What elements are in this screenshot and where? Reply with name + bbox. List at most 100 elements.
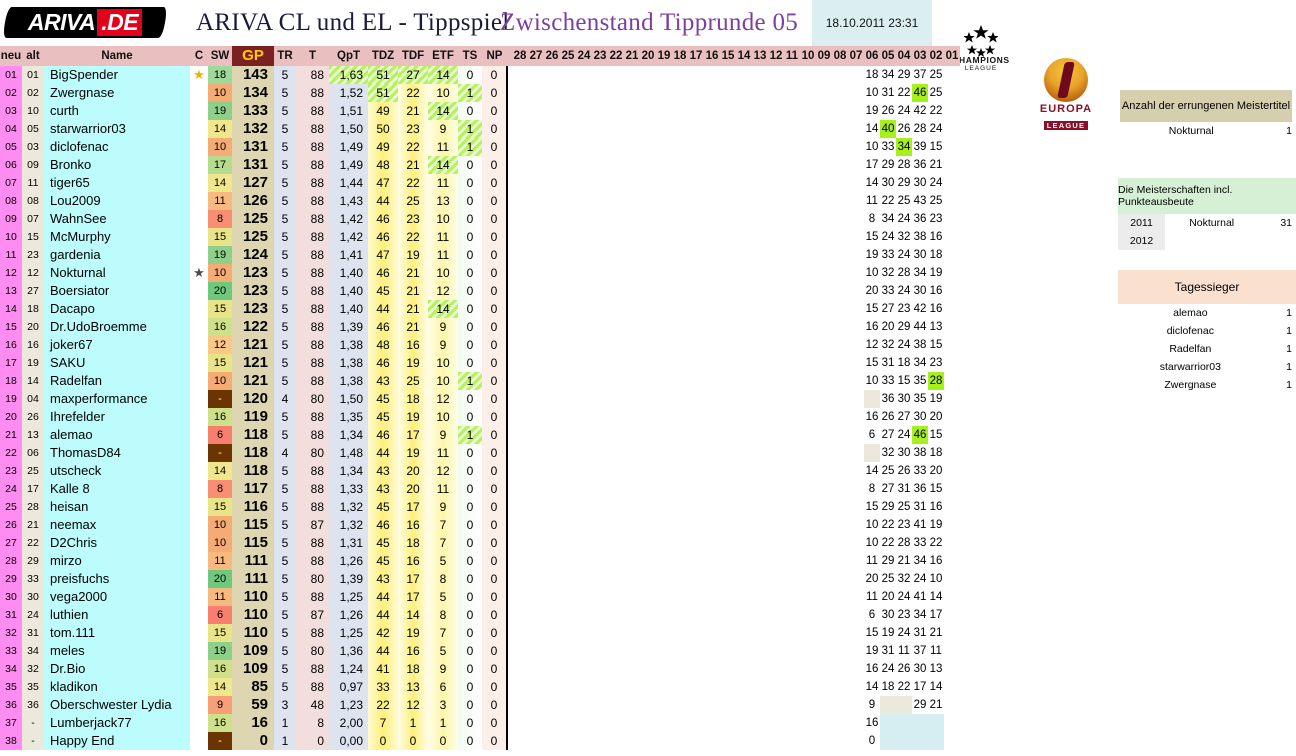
table-row[interactable]: 14 18 Dacapo 15 123 5 88 1,40 44 21 14 0 0 15 27 23 42 16 xyxy=(0,300,960,318)
cell-day-19 xyxy=(656,642,672,660)
table-row[interactable]: 11 23 gardenia 19 124 5 88 1,41 47 19 11 0 0 19 33 24 30… xyxy=(0,246,960,264)
col-header-day-22[interactable]: 22 xyxy=(608,46,624,66)
col-header-qpt[interactable]: QpT xyxy=(329,46,368,66)
col-header-day-09[interactable]: 09 xyxy=(816,46,832,66)
col-header-day-04[interactable]: 04 xyxy=(896,46,912,66)
col-header-tr[interactable]: TR xyxy=(274,46,296,66)
cell-rank-old: 20 xyxy=(22,318,44,336)
table-row[interactable]: 29 33 preisfuchs 20 111 5 80 1,39 43 17 8 0 0 20 25 32 2… xyxy=(0,570,960,588)
col-header-sw[interactable]: SW xyxy=(208,46,232,66)
table-row[interactable]: 38- Happy End -0 1 0 0,00 0 0 0 0 0 0 xyxy=(0,732,960,750)
col-header-day-21[interactable]: 21 xyxy=(624,46,640,66)
table-row[interactable]: 12 12 Nokturnal ★ 10 123 5 88 1,40 46 21 10 0 0 10 32 28… xyxy=(0,264,960,282)
cell-rank-new: 07 xyxy=(0,174,22,192)
col-header-t[interactable]: T xyxy=(296,46,329,66)
col-header-day-03[interactable]: 03 xyxy=(912,46,928,66)
col-header-day-27[interactable]: 27 xyxy=(528,46,544,66)
col-header-day-28[interactable]: 28 xyxy=(512,46,528,66)
table-row[interactable]: 23 25 utscheck 14 118 5 88 1,34 43 20 12 0 0 14 25 26 33… xyxy=(0,462,960,480)
cell-day-03: 41 xyxy=(912,588,928,606)
table-row[interactable]: 30 30 vega2000 11 110 5 88 1,25 44 17 5 0 0 11 20 24 41 1… xyxy=(0,588,960,606)
table-row[interactable]: 09 07 WahnSee 8 125 5 88 1,42 46 23 10 0 0 8 34 24 36 23 xyxy=(0,210,960,228)
cell-day-12 xyxy=(768,192,784,210)
table-row[interactable]: 21 13 alemao 6 118 5 88 1,34 46 17 9 1 0 6 27 24 46 15 xyxy=(0,426,960,444)
table-row[interactable]: 24 17 Kalle 8 8 117 5 88 1,33 43 20 11 0 0 8 27 31 36 15 xyxy=(0,480,960,498)
col-header-day-12[interactable]: 12 xyxy=(768,46,784,66)
col-header-etf[interactable]: ETF xyxy=(428,46,458,66)
table-row[interactable]: 25 28 heisan 15 116 5 88 1,32 45 17 9 0 0 15 29 25 31 16 xyxy=(0,498,960,516)
table-row[interactable]: 08 08 Lou2009 11 126 5 88 1,43 44 25 13 0 0 11 22 25 43 2… xyxy=(0,192,960,210)
col-header-ts[interactable]: TS xyxy=(458,46,482,66)
table-row[interactable]: 07 11 tiger65 14 127 5 88 1,44 47 22 11 0 0 14 30 29 30 2… xyxy=(0,174,960,192)
table-row[interactable]: 22 06 ThomasD84-118 4 80 1,48 44 19 11 0 0 32 30 38 18 xyxy=(0,444,960,462)
col-header-np[interactable]: NP xyxy=(482,46,507,66)
table-row[interactable]: 35 35 kladikon 14 85 5 88 0,97 33 13 6 0 0 14 18 22 17 14 xyxy=(0,678,960,696)
table-row[interactable]: 10 15 McMurphy 15 125 5 88 1,42 46 22 11 0 0 15 24 32 38… xyxy=(0,228,960,246)
cell-day-11 xyxy=(784,354,800,372)
col-header-day-02[interactable]: 02 xyxy=(928,46,944,66)
col-header-tdz[interactable]: TDZ xyxy=(368,46,398,66)
col-header-day-06[interactable]: 06 xyxy=(864,46,880,66)
col-header-day-11[interactable]: 11 xyxy=(784,46,800,66)
cell-day-14 xyxy=(736,552,752,570)
col-header-neu[interactable]: neu xyxy=(0,46,22,66)
cell-day-20 xyxy=(640,102,656,120)
col-header-c[interactable]: C xyxy=(190,46,208,66)
col-header-day-26[interactable]: 26 xyxy=(544,46,560,66)
table-row[interactable]: 31 24 luthien 6 110 5 87 1,26 44 14 8 0 0 6 30 23 34 17 xyxy=(0,606,960,624)
table-row[interactable]: 17 19 SAKU 15 121 5 88 1,38 46 19 10 0 0 15 31 18 34 23 xyxy=(0,354,960,372)
cell-day-14 xyxy=(736,516,752,534)
col-header-tdf[interactable]: TDF xyxy=(398,46,428,66)
col-header-alt[interactable]: alt xyxy=(22,46,44,66)
table-row[interactable]: 16 16 joker67 12 121 5 88 1,38 48 16 9 0 0 12 32 24 38 15 xyxy=(0,336,960,354)
col-header-day-20[interactable]: 20 xyxy=(640,46,656,66)
col-header-day-16[interactable]: 16 xyxy=(704,46,720,66)
col-header-day-15[interactable]: 15 xyxy=(720,46,736,66)
col-header-day-14[interactable]: 14 xyxy=(736,46,752,66)
cell-day-02: 18 xyxy=(928,246,944,264)
table-row[interactable]: 06 09 Bronko 17 131 5 88 1,49 48 21 14 0 0 17 29 28 36 21 xyxy=(0,156,960,174)
col-header-day-24[interactable]: 24 xyxy=(576,46,592,66)
col-header-day-01[interactable]: 01 xyxy=(944,46,960,66)
cell-ts: 0 xyxy=(458,624,482,642)
table-row[interactable]: 32 31 tom.111 15 110 5 88 1,25 42 19 7 0 0 15 19 24 31 21 xyxy=(0,624,960,642)
cell-sw: 10 xyxy=(208,264,232,282)
table-row[interactable]: 33 34 meles 19 109 5 80 1,36 44 16 5 0 0 19 31 11 37 11 xyxy=(0,642,960,660)
col-header-day-18[interactable]: 18 xyxy=(672,46,688,66)
table-row[interactable]: 03 10 curth 19 133 5 88 1,51 49 21 14 0 0 19 26 24 42 22 xyxy=(0,102,960,120)
table-row[interactable]: 13 27 Boersiator 20 123 5 88 1,40 45 21 12 0 0 20 33 24… xyxy=(0,282,960,300)
table-row[interactable]: 26 21 neemax 10 115 5 87 1,32 46 16 7 0 0 10 22 23 41 19 xyxy=(0,516,960,534)
col-header-day-17[interactable]: 17 xyxy=(688,46,704,66)
col-header-name[interactable]: Name xyxy=(44,46,190,66)
col-header-day-10[interactable]: 10 xyxy=(800,46,816,66)
table-row[interactable]: 28 29 mirzo 11 111 5 88 1,26 45 16 5 0 0 11 29 21 34 16 xyxy=(0,552,960,570)
cell-day-08 xyxy=(832,354,848,372)
table-row[interactable]: 05 03 diclofenac 10 131 5 88 1,49 49 22 11 1 0 10 33 34… xyxy=(0,138,960,156)
col-header-day-25[interactable]: 25 xyxy=(560,46,576,66)
table-row[interactable]: 20 26 Ihrefelder 16 119 5 88 1,35 45 19 10 0 0 16 26 27… xyxy=(0,408,960,426)
col-header-gp[interactable]: GP xyxy=(232,46,274,66)
table-row[interactable]: 27 22 D2Chris 10 115 5 88 1,31 45 18 7 0 0 10 22 28 33 22 xyxy=(0,534,960,552)
table-row[interactable]: 37- Lumberjack77 16 16 1 8 2,00 7 1 1 0 0 16 xyxy=(0,714,960,732)
col-header-day-13[interactable]: 13 xyxy=(752,46,768,66)
cell-day-06: 10 xyxy=(864,516,880,534)
cell-day-20 xyxy=(640,120,656,138)
table-row[interactable]: 15 20 Dr.UdoBroemme 16 122 5 88 1,39 46 21 9 0 0 16 20… xyxy=(0,318,960,336)
cell-day-05: 25 xyxy=(880,570,896,588)
table-row[interactable]: 34 32 Dr.Bio 16 109 5 88 1,24 41 18 9 0 0 16 24 26 30 13 xyxy=(0,660,960,678)
cell-player-name: Dr.UdoBroemme xyxy=(44,318,190,336)
col-header-day-19[interactable]: 19 xyxy=(656,46,672,66)
table-row[interactable]: 01 01 BigSpender ★ 18 143 5 88 1,63 51 27 14 0 0 18 34 2… xyxy=(0,66,960,84)
cell-day-28 xyxy=(512,228,528,246)
cell-etf: 14 xyxy=(428,300,458,318)
col-header-day-07[interactable]: 07 xyxy=(848,46,864,66)
col-header-day-08[interactable]: 08 xyxy=(832,46,848,66)
col-header-day-23[interactable]: 23 xyxy=(592,46,608,66)
table-row[interactable]: 19 04 maxperformance -120 4 80 1,50 45 18 12 0 0 36 3… xyxy=(0,390,960,408)
table-row[interactable]: 02 02 Zwergnase 10 134 5 88 1,52 51 22 10 1 0 10 31 22 4… xyxy=(0,84,960,102)
table-row[interactable]: 36 36 Oberschwester Lydia 9 59 3 48 1,23 22 12 3 0 0… xyxy=(0,696,960,714)
cell-day-14 xyxy=(736,480,752,498)
table-row[interactable]: 18 14 Radelfan 10 121 5 88 1,38 43 25 10 1 0 10 33 15 35… xyxy=(0,372,960,390)
col-header-day-05[interactable]: 05 xyxy=(880,46,896,66)
table-row[interactable]: 04 05 starwarrior03 14 132 5 88 1,50 50 23 9 1 0 14 40… xyxy=(0,120,960,138)
